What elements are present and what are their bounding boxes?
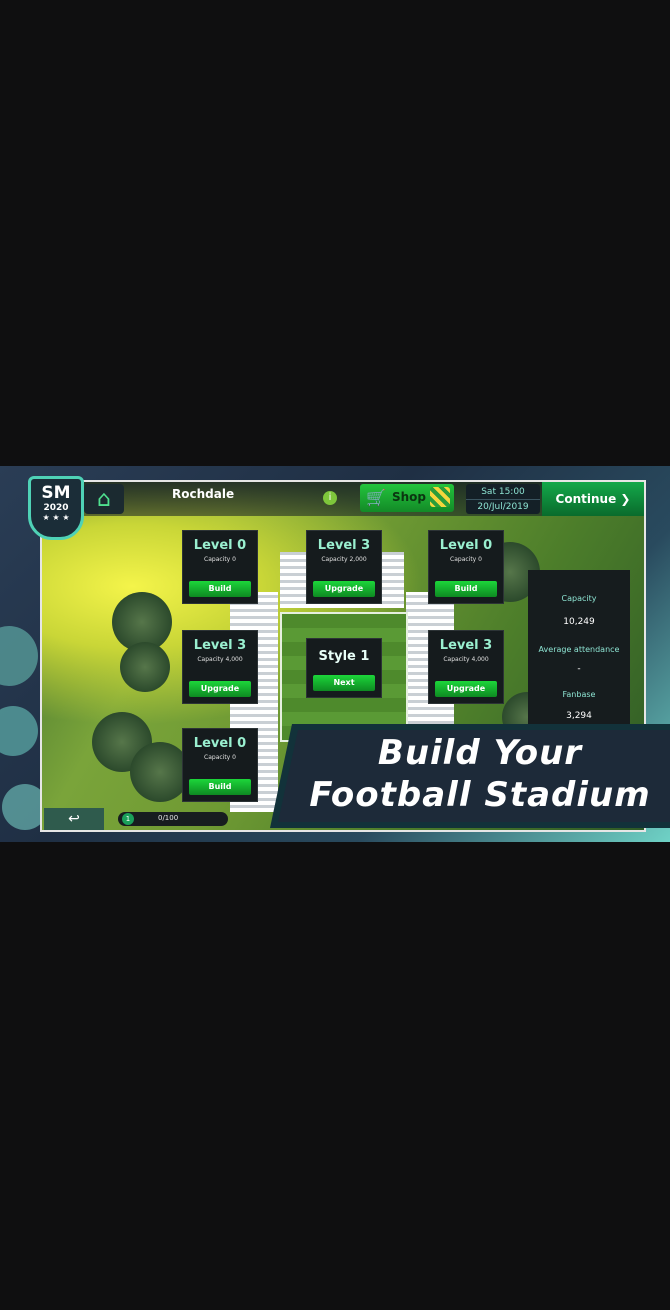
stand-level: Level 0 bbox=[439, 538, 493, 553]
logo-main: SM bbox=[41, 483, 71, 503]
stand-level: Level 0 bbox=[193, 736, 247, 751]
stand-capacity: Capacity 0 bbox=[204, 556, 236, 563]
upgrade-button[interactable]: Upgrade bbox=[313, 581, 375, 597]
stand-card-middle-left: Level 3 Capacity 4,000 Upgrade bbox=[182, 630, 258, 704]
stand-card-top-right: Level 0 Capacity 0 Build bbox=[428, 530, 504, 604]
tree bbox=[130, 742, 190, 802]
match-time: Sat 15:00 bbox=[481, 487, 525, 497]
fanbase-value: 3,294 bbox=[566, 711, 592, 721]
build-button[interactable]: Build bbox=[435, 581, 497, 597]
decor-figure-left bbox=[0, 626, 38, 686]
stand-level: Level 3 bbox=[193, 638, 247, 653]
top-bar: ⌂ Rochdale i 🛒 Shop Sat 15:00 20/Jul/201… bbox=[42, 482, 644, 516]
decor-ball-left bbox=[0, 706, 38, 756]
pitch-style-label: Style 1 bbox=[318, 649, 370, 664]
stand-capacity: Capacity 0 bbox=[450, 556, 482, 563]
shop-button[interactable]: 🛒 Shop bbox=[360, 484, 454, 512]
capacity-value: 10,249 bbox=[563, 617, 595, 627]
home-button[interactable]: ⌂ bbox=[84, 484, 124, 514]
info-icon[interactable]: i bbox=[323, 491, 337, 505]
stand-card-top-left: Level 0 Capacity 0 Build bbox=[182, 530, 258, 604]
promo-screenshot: ⌂ Rochdale i 🛒 Shop Sat 15:00 20/Jul/201… bbox=[0, 466, 670, 842]
stand-capacity: Capacity 0 bbox=[204, 754, 236, 761]
next-style-button[interactable]: Next bbox=[313, 675, 375, 691]
upgrade-button[interactable]: Upgrade bbox=[189, 681, 251, 697]
pitch-style-card: Style 1 Next bbox=[306, 638, 382, 698]
stand-capacity: Capacity 4,000 bbox=[197, 656, 243, 663]
level-badge: 1 bbox=[122, 813, 134, 825]
gift-icon bbox=[430, 487, 450, 507]
fanbase-label: Fanbase bbox=[562, 690, 596, 699]
attendance-label: Average attendance bbox=[538, 645, 620, 654]
sm2020-logo: SM 2020 ★ ★ ★ bbox=[28, 476, 84, 540]
match-date: 20/Jul/2019 bbox=[466, 499, 540, 512]
club-name: Rochdale bbox=[172, 487, 235, 501]
logo-stars: ★ ★ ★ bbox=[42, 513, 70, 522]
stand-level: Level 3 bbox=[317, 538, 371, 553]
stand-card-middle-right: Level 3 Capacity 4,000 Upgrade bbox=[428, 630, 504, 704]
capacity-label: Capacity bbox=[561, 594, 597, 603]
progress-text: 0/100 bbox=[158, 814, 179, 822]
stand-level: Level 0 bbox=[193, 538, 247, 553]
match-date-panel: Sat 15:00 20/Jul/2019 bbox=[466, 484, 540, 514]
tree bbox=[120, 642, 170, 692]
continue-button[interactable]: Continue ❯ bbox=[542, 482, 644, 516]
progress-counter: 1 0/100 bbox=[118, 812, 228, 826]
shop-label: Shop bbox=[392, 490, 427, 504]
stand-capacity: Capacity 2,000 bbox=[321, 556, 367, 563]
stadium-stats-panel: Capacity 10,249 Average attendance - Fan… bbox=[528, 570, 630, 740]
stand-level: Level 3 bbox=[439, 638, 493, 653]
build-button[interactable]: Build bbox=[189, 779, 251, 795]
cart-icon: 🛒 bbox=[366, 488, 386, 507]
back-button[interactable]: ↩ bbox=[44, 808, 104, 830]
headline-line-1: Build Your bbox=[377, 733, 583, 773]
stand-card-top-center: Level 3 Capacity 2,000 Upgrade bbox=[306, 530, 382, 604]
bottom-bar: ↩ 1 0/100 bbox=[42, 808, 282, 830]
logo-year: 2020 bbox=[31, 503, 81, 513]
headline-text: Build Your Football Stadium bbox=[300, 732, 660, 816]
build-button[interactable]: Build bbox=[189, 581, 251, 597]
home-icon: ⌂ bbox=[97, 486, 111, 512]
attendance-value: - bbox=[577, 664, 581, 674]
stand-capacity: Capacity 4,000 bbox=[443, 656, 489, 663]
upgrade-button[interactable]: Upgrade bbox=[435, 681, 497, 697]
headline-line-2: Football Stadium bbox=[309, 775, 651, 815]
stand-card-bottom-left: Level 0 Capacity 0 Build bbox=[182, 728, 258, 802]
